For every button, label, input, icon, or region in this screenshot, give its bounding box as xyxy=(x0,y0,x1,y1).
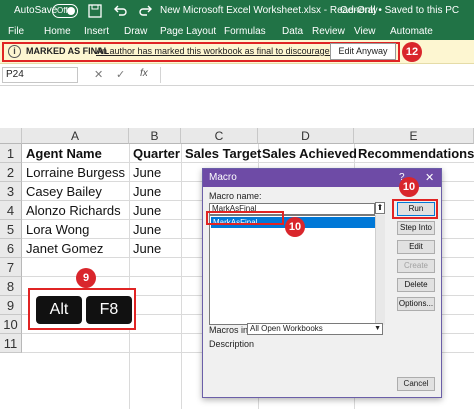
cell-d1[interactable]: Sales Achieved xyxy=(259,146,357,161)
create-button[interactable]: Create xyxy=(397,259,435,273)
redo-icon[interactable] xyxy=(138,3,154,19)
tab-data[interactable]: Data xyxy=(282,26,303,37)
cell-b1[interactable]: Quarter xyxy=(130,146,180,161)
cell-e1[interactable]: Recommendations xyxy=(355,146,474,161)
cell-b5[interactable]: June xyxy=(130,222,161,237)
cancel-icon[interactable]: ✕ xyxy=(94,68,103,81)
macro-dialog: Macro ? ✕ Macro name: MarkAsFinal ⬆ Mark… xyxy=(202,168,442,398)
cell-a2[interactable]: Lorraine Burgess xyxy=(23,165,125,180)
ribbon-tabs: File Home Insert Draw Page Layout Formul… xyxy=(0,24,474,40)
tab-insert[interactable]: Insert xyxy=(84,26,109,37)
edit-button[interactable]: Edit xyxy=(397,240,435,254)
toggle-knob xyxy=(67,7,75,15)
formula-bar: P24 ✕ ✓ fx xyxy=(0,64,474,86)
row-header[interactable]: 3 xyxy=(0,182,22,201)
cell-b2[interactable]: June xyxy=(130,165,161,180)
undo-icon[interactable] xyxy=(112,3,128,19)
cell-b6[interactable]: June xyxy=(130,241,161,256)
tab-view[interactable]: View xyxy=(354,26,376,37)
chevron-down-icon: ▼ xyxy=(374,325,381,332)
row-header[interactable]: 11 xyxy=(0,334,22,353)
step-into-button[interactable]: Step Into xyxy=(397,221,435,235)
cell-a3[interactable]: Casey Bailey xyxy=(23,184,102,199)
macros-in-value: All Open Workbooks xyxy=(250,324,323,333)
f8-key: F8 xyxy=(86,296,132,324)
step-badge-10-list: 10 xyxy=(285,217,305,237)
row-header[interactable]: 6 xyxy=(0,239,22,258)
macro-item-highlight xyxy=(206,211,284,225)
column-header-b[interactable]: B xyxy=(129,128,181,144)
tab-automate[interactable]: Automate xyxy=(390,26,433,37)
save-status[interactable]: General • Saved to this PC xyxy=(340,5,459,16)
close-icon[interactable]: ✕ xyxy=(425,169,434,187)
column-header-a[interactable]: A xyxy=(22,128,129,144)
macro-list-scrollbar[interactable] xyxy=(375,215,385,325)
tab-review[interactable]: Review xyxy=(312,26,345,37)
cancel-button[interactable]: Cancel xyxy=(397,377,435,391)
macros-in-select[interactable]: All Open Workbooks ▼ xyxy=(247,323,383,335)
insert-function-icon[interactable]: fx xyxy=(140,68,148,79)
step-badge-10-run: 10 xyxy=(399,177,419,197)
tab-draw[interactable]: Draw xyxy=(124,26,147,37)
autosave-toggle[interactable]: Off xyxy=(52,4,78,18)
macro-name-arrow-icon[interactable]: ⬆ xyxy=(375,202,385,214)
alt-key: Alt xyxy=(36,296,82,324)
row-header[interactable]: 5 xyxy=(0,220,22,239)
select-all-corner[interactable] xyxy=(0,128,22,144)
formula-input[interactable] xyxy=(160,67,472,83)
column-header-e[interactable]: E xyxy=(354,128,474,144)
cell-a6[interactable]: Janet Gomez xyxy=(23,241,103,256)
gridline xyxy=(22,162,474,163)
delete-button[interactable]: Delete xyxy=(397,278,435,292)
infobar-message: An author has marked this workbook as fi… xyxy=(96,46,361,56)
row-header[interactable]: 2 xyxy=(0,163,22,182)
options-button[interactable]: Options... xyxy=(397,297,435,311)
description-label: Description xyxy=(209,339,255,349)
autosave-state: Off xyxy=(57,6,68,15)
cell-b4[interactable]: June xyxy=(130,203,161,218)
cell-b3[interactable]: June xyxy=(130,184,161,199)
keyboard-shortcut-box: Alt F8 xyxy=(28,288,136,330)
cell-a1[interactable]: Agent Name xyxy=(23,146,102,161)
edit-anyway-button[interactable]: Edit Anyway xyxy=(330,43,396,60)
run-button[interactable]: Run xyxy=(397,202,435,216)
row-header[interactable]: 8 xyxy=(0,277,22,296)
tab-formulas[interactable]: Formulas xyxy=(224,26,266,37)
step-badge-9: 9 xyxy=(76,268,96,288)
autosave-label: AutoSave xyxy=(14,5,58,16)
row-header[interactable]: 10 xyxy=(0,315,22,334)
save-icon[interactable] xyxy=(88,3,102,19)
cell-a5[interactable]: Lora Wong xyxy=(23,222,89,237)
infobar-message-text: An author has marked this workbook as fi… xyxy=(96,46,362,56)
column-header-c[interactable]: C xyxy=(181,128,258,144)
row-header[interactable]: 1 xyxy=(0,144,22,163)
tab-page-layout[interactable]: Page Layout xyxy=(160,26,216,37)
title-bar: AutoSave Off New Microsoft Excel Workshe… xyxy=(0,0,474,24)
row-header[interactable]: 4 xyxy=(0,201,22,220)
step-badge-12: 12 xyxy=(402,42,422,62)
info-icon: i xyxy=(8,45,21,58)
row-header[interactable]: 7 xyxy=(0,258,22,277)
tab-file[interactable]: File xyxy=(8,26,24,37)
name-box[interactable]: P24 xyxy=(2,67,78,83)
macros-in-label: Macros in: xyxy=(209,325,251,335)
row-header[interactable]: 9 xyxy=(0,296,22,315)
cell-a4[interactable]: Alonzo Richards xyxy=(23,203,121,218)
macro-name-label: Macro name: xyxy=(209,191,262,201)
tab-home[interactable]: Home xyxy=(44,26,71,37)
gridline xyxy=(181,144,182,409)
cell-c1[interactable]: Sales Target xyxy=(182,146,261,161)
enter-icon[interactable]: ✓ xyxy=(116,68,125,81)
column-header-d[interactable]: D xyxy=(258,128,354,144)
marked-as-final-bar: i MARKED AS FINAL An author has marked t… xyxy=(0,40,474,64)
